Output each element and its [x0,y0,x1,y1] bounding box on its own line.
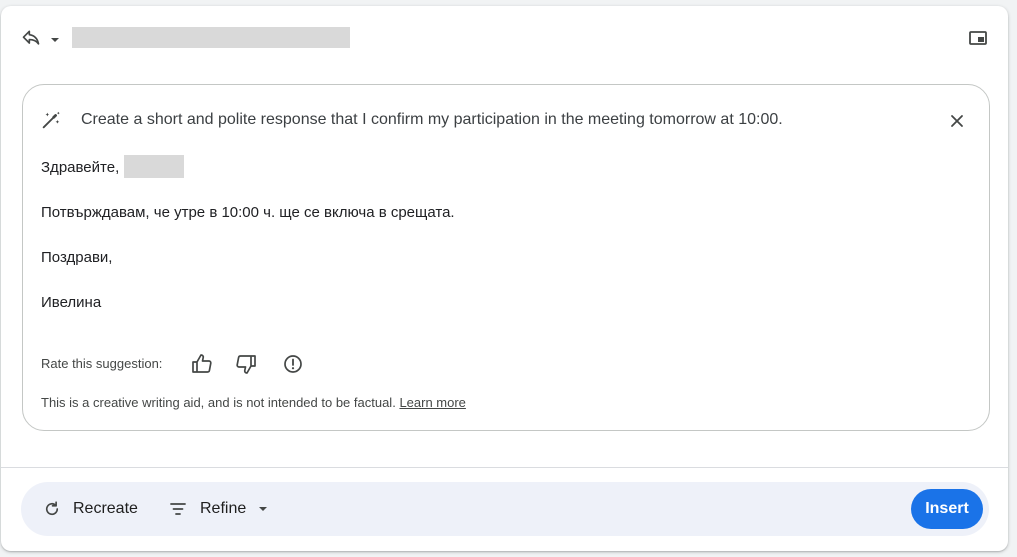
recreate-button[interactable]: Recreate [43,482,138,536]
filter-lines-icon [170,503,186,515]
reply-signature: Ивелина [41,294,102,311]
close-icon[interactable] [947,111,967,131]
recreate-label: Recreate [73,500,138,517]
refine-label: Refine [200,500,247,517]
popout-window-icon[interactable] [968,28,988,48]
thumbs-down-icon[interactable] [234,352,258,376]
refine-button[interactable]: Refine [168,482,270,536]
reply-closing: Поздрави, [41,249,113,266]
learn-more-link[interactable]: Learn more [399,395,465,410]
caret-down-icon [259,507,268,511]
thumbs-up-icon[interactable] [190,352,214,376]
name-redacted [124,155,184,178]
suggestion-card: Create a short and polite response that … [22,84,990,431]
reply-greeting: Здравейте, [41,159,120,176]
action-bar: Recreate Refine Insert [21,482,989,536]
magic-wand-icon [40,109,62,131]
insert-button[interactable]: Insert [911,489,983,529]
prompt-text: Create a short and polite response that … [81,111,783,128]
reply-arrow-icon[interactable] [21,28,41,48]
caret-down-icon[interactable] [48,33,62,47]
recipient-redacted [72,27,350,48]
help-me-write-panel: Create a short and polite response that … [1,6,1008,551]
refresh-icon [45,501,59,516]
divider [1,467,1008,468]
report-icon[interactable] [281,352,305,376]
disclaimer-text: This is a creative writing aid, and is n… [41,395,396,410]
reply-body: Потвърждавам, че утре в 10:00 ч. ще се в… [41,204,455,221]
rate-label: Rate this suggestion: [41,356,163,371]
disclaimer: This is a creative writing aid, and is n… [41,395,466,410]
